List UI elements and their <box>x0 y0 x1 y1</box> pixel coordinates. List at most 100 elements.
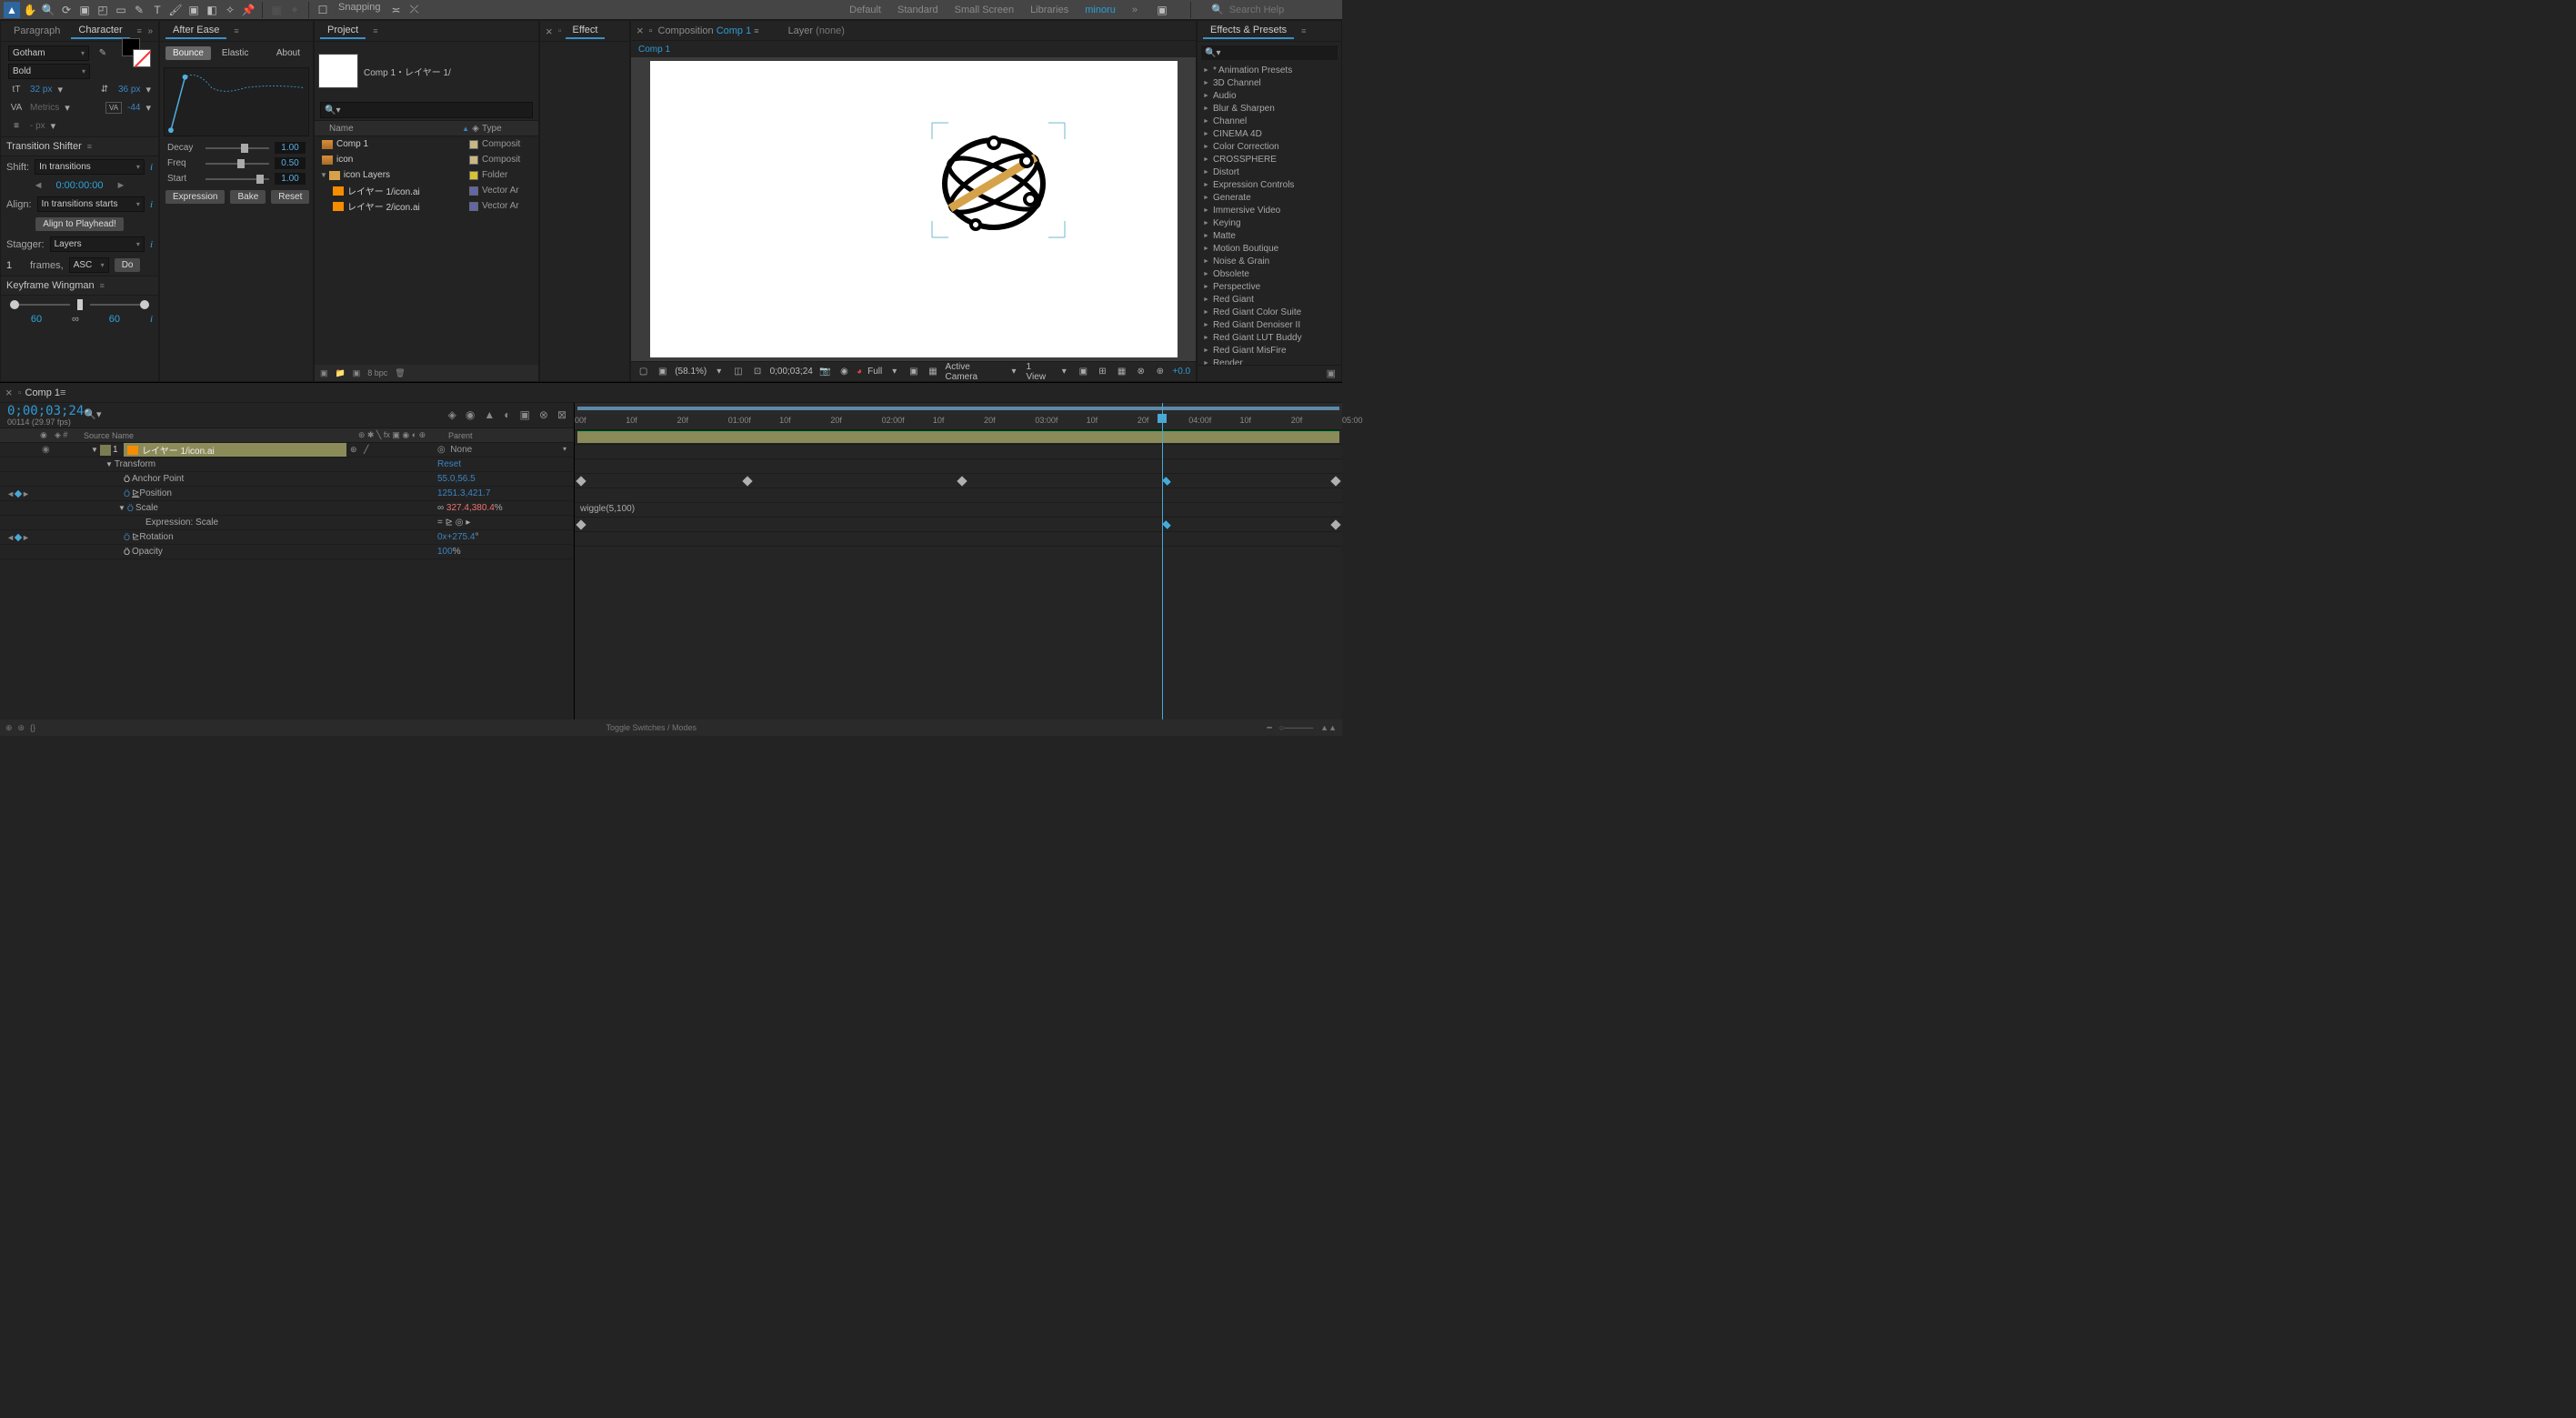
expr-lang-icon[interactable]: ▸ <box>466 518 470 528</box>
ae-tab-elastic[interactable]: Elastic <box>215 46 256 60</box>
align-info-icon[interactable]: i <box>150 199 153 210</box>
timeline-ruler[interactable]: 00f10f20f01:00f10f20f02:00f10f20f03:00f1… <box>575 414 1342 430</box>
tab-effect[interactable]: Effect <box>566 23 606 39</box>
effects-category[interactable]: Render <box>1198 357 1341 365</box>
kf-nav-position[interactable]: ◄► <box>0 489 36 498</box>
scale-row[interactable]: ▼ÖScale ∞ 327.4,380.4% <box>0 501 574 516</box>
shift-info-icon[interactable]: i <box>150 162 153 173</box>
kf-nav-rotation[interactable]: ◄► <box>0 533 36 542</box>
tracking-dd-icon[interactable]: ▾ <box>145 102 151 114</box>
roi-icon[interactable]: ▣ <box>907 367 920 377</box>
position-lane[interactable] <box>575 474 1342 488</box>
prev-icon[interactable]: ◄ <box>34 180 44 191</box>
workspace-default[interactable]: Default <box>849 5 881 15</box>
v-i5-icon[interactable]: ⊕ <box>1153 367 1167 377</box>
eye-icon[interactable]: ◉ <box>42 445 50 455</box>
delete-icon[interactable]: 🗑 <box>395 368 405 378</box>
ae-slider-value[interactable]: 1.00 <box>275 142 306 154</box>
show-snapshot-icon[interactable]: ◉ <box>837 367 851 377</box>
position-row[interactable]: ◄► Ö⊵ Position 1251.3,421.7 <box>0 487 574 501</box>
effect-blank-icon[interactable]: ▫ <box>558 25 562 36</box>
ae-reset-button[interactable]: Reset <box>271 190 309 204</box>
collapse-panel-icon[interactable]: » <box>147 26 153 36</box>
cam-dd-icon[interactable]: ▾ <box>1007 367 1020 377</box>
tab-layer[interactable]: Layer (none) <box>788 25 845 36</box>
snap-box-icon[interactable]: ☐ <box>315 2 331 18</box>
kfw-info-icon[interactable]: i <box>150 314 153 325</box>
axis2-icon[interactable]: ✦ <box>286 2 303 18</box>
project-item[interactable]: ▼ icon Layers Folder <box>315 167 538 183</box>
link-icon[interactable]: ∞ <box>72 314 79 325</box>
font-size-dd-icon[interactable]: ▾ <box>57 84 63 96</box>
stopwatch-icon[interactable]: Ö <box>124 548 130 557</box>
rotation-lane[interactable] <box>575 518 1342 532</box>
label-swatch[interactable] <box>469 186 478 196</box>
tl-menu-icon[interactable]: ≡ <box>60 387 65 398</box>
effects-category[interactable]: Expression Controls <box>1198 178 1341 191</box>
shift-mode-select[interactable]: In transitions▾ <box>35 159 145 175</box>
orbit-tool-icon[interactable]: ⟳ <box>58 2 75 18</box>
effects-category[interactable]: 3D Channel <box>1198 76 1341 89</box>
composition-viewer[interactable] <box>631 57 1196 361</box>
ae-slider-value[interactable]: 1.00 <box>275 173 306 185</box>
channel-icon[interactable]: ◕ <box>857 367 862 377</box>
breadcrumb-comp[interactable]: Comp 1 <box>638 45 670 55</box>
status-i1-icon[interactable]: ⊕ <box>5 723 13 733</box>
kerning-dd-icon[interactable]: ▾ <box>65 102 70 114</box>
stopwatch-icon[interactable]: Ö <box>124 475 130 484</box>
tab-composition[interactable]: Composition Comp 1 ≡ <box>658 25 759 36</box>
prj-menu-icon[interactable]: ≡ <box>373 26 377 35</box>
baseline-dd-icon[interactable]: ▾ <box>51 120 56 132</box>
transform-reset[interactable]: Reset <box>437 459 574 469</box>
cti-head[interactable] <box>1158 414 1167 423</box>
tl-opt2-icon[interactable]: ◉ <box>466 408 475 421</box>
search-help-input[interactable] <box>1229 5 1338 15</box>
res-dd-icon[interactable]: ▾ <box>887 367 901 377</box>
layer-bar[interactable] <box>577 432 1339 443</box>
project-item[interactable]: レイヤー 2/icon.ai Vector Ar <box>315 198 538 214</box>
ae-expression-button[interactable]: Expression <box>165 190 225 204</box>
comp-close-icon[interactable]: × <box>636 24 644 37</box>
leading-value[interactable]: 36 px <box>118 85 140 95</box>
tl-opt1-icon[interactable]: ◈ <box>448 408 456 421</box>
workspace-smallscreen[interactable]: Small Screen <box>955 5 1014 15</box>
expr-enable-icon[interactable]: = <box>437 518 443 528</box>
anchor-value[interactable]: 55.0,56.5 <box>437 474 574 484</box>
zoom-slider[interactable]: ○───── <box>1279 723 1313 732</box>
tab-paragraph[interactable]: Paragraph <box>6 24 67 38</box>
project-col-label-icon[interactable]: ◈ <box>469 124 482 134</box>
pen-tool-icon[interactable]: ✎ <box>131 2 147 18</box>
expression-text[interactable]: wiggle(5,100) <box>580 504 635 514</box>
sync-icon[interactable]: ▣ <box>1154 2 1170 18</box>
kfw-right-value[interactable]: 60 <box>85 314 145 325</box>
project-item[interactable]: レイヤー 1/icon.ai Vector Ar <box>315 183 538 198</box>
tab-after-ease[interactable]: After Ease <box>165 23 226 39</box>
layer-label-color[interactable] <box>100 445 111 456</box>
sourcename-col[interactable]: Source Name <box>76 431 346 440</box>
effects-category[interactable]: Red Giant Color Suite <box>1198 306 1341 318</box>
anchor-point-row[interactable]: ÖAnchor Point 55.0,56.5 <box>0 472 574 487</box>
v-i1-icon[interactable]: ▣ <box>1077 367 1090 377</box>
snap-opt1-icon[interactable]: ≍ <box>388 2 405 18</box>
res-value[interactable]: Full <box>867 367 882 377</box>
v-i2-icon[interactable]: ⊞ <box>1096 367 1109 377</box>
effects-category[interactable]: Matte <box>1198 229 1341 242</box>
stopwatch-icon[interactable]: Ö <box>127 504 134 513</box>
ts-timecode[interactable]: 0:00:00:00 <box>56 180 104 191</box>
layer-fold-icon[interactable]: ▼ <box>91 446 98 454</box>
view-dd-icon[interactable]: ▾ <box>1057 367 1071 377</box>
expr-pickwhip-icon[interactable]: ◎ <box>456 518 464 528</box>
effects-category[interactable]: Noise & Grain <box>1198 255 1341 267</box>
v-i4-icon[interactable]: ⊗ <box>1134 367 1148 377</box>
workspace-libraries[interactable]: Libraries <box>1030 5 1068 15</box>
parent-pickwhip-icon[interactable]: ◎ <box>437 445 446 455</box>
leading-dd-icon[interactable]: ▾ <box>145 84 151 96</box>
ae-slider-track[interactable] <box>205 147 269 149</box>
label-swatch[interactable] <box>469 140 478 149</box>
opacity-value[interactable]: 100 <box>437 547 453 557</box>
bpc-label[interactable]: 8 bpc <box>367 368 387 377</box>
opacity-row[interactable]: ÖOpacity 100% <box>0 545 574 559</box>
font-style-select[interactable]: Bold▾ <box>8 64 90 79</box>
tab-character[interactable]: Character <box>71 23 129 39</box>
new-comp-icon[interactable]: ▣ <box>353 368 361 378</box>
